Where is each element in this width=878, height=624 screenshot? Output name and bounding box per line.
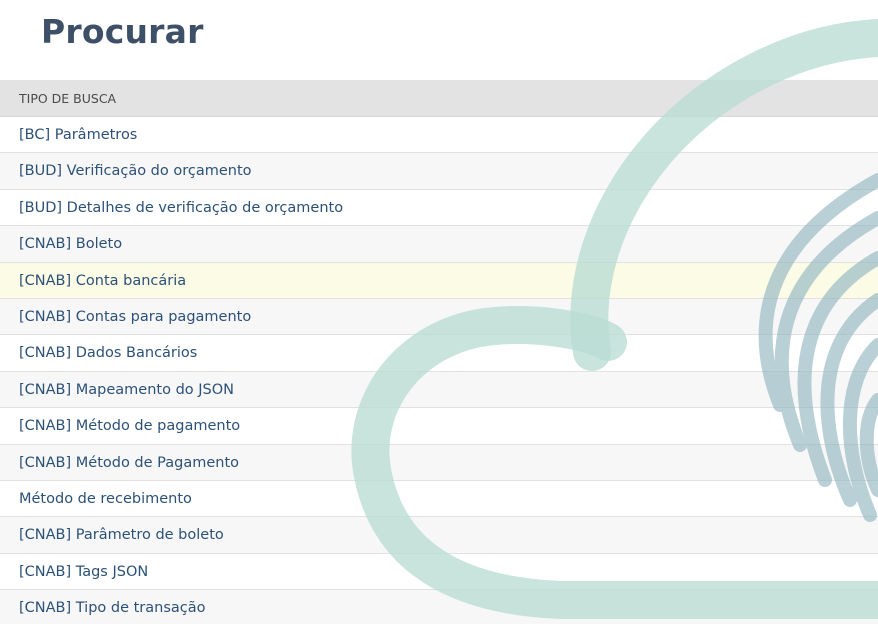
list-item[interactable]: [CNAB] Método de Pagamento [0,444,878,481]
list-item[interactable]: [BC] Parâmetros [0,117,878,154]
list-item[interactable]: [CNAB] Boleto [0,226,878,263]
list-item[interactable]: [CNAB] Tipo de transação [0,590,878,624]
search-page: Procurar TIPO DE BUSCA [BC] Parâmetros [… [0,0,878,624]
list-item[interactable]: [CNAB] Parâmetro de boleto [0,517,878,554]
list-item[interactable]: [CNAB] Mapeamento do JSON [0,371,878,409]
search-type-list: TIPO DE BUSCA [BC] Parâmetros [BUD] Veri… [0,80,878,624]
list-item[interactable]: [CNAB] Contas para pagamento [0,298,878,336]
page-title: Procurar [41,12,204,51]
list-item[interactable]: [BUD] Detalhes de verificação de orçamen… [0,189,878,227]
list-item[interactable]: Método de recebimento [0,480,878,518]
list-item[interactable]: [CNAB] Conta bancária [0,262,878,299]
column-header-search-type: TIPO DE BUSCA [0,80,878,117]
list-item[interactable]: [BUD] Verificação do orçamento [0,153,878,190]
list-item[interactable]: [CNAB] Tags JSON [0,553,878,591]
list-item[interactable]: [CNAB] Método de pagamento [0,408,878,445]
list-item[interactable]: [CNAB] Dados Bancários [0,335,878,372]
